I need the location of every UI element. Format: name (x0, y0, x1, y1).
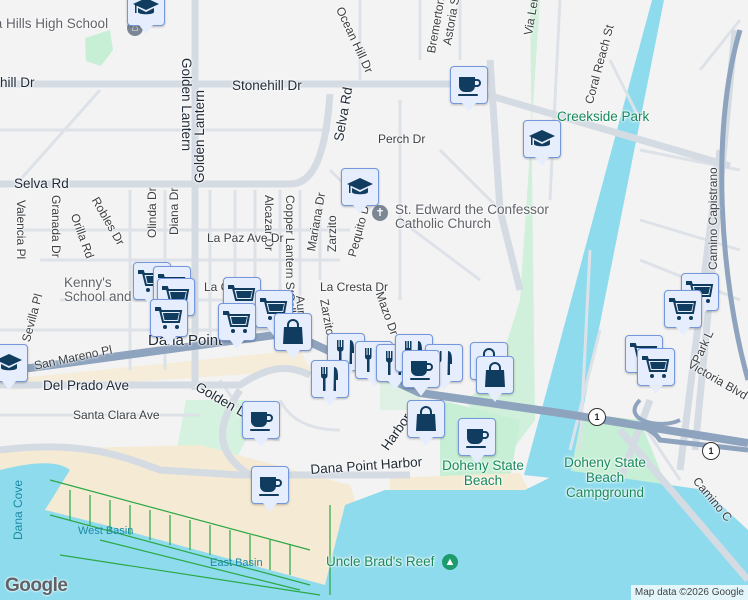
street-label: Golden Lantern (192, 89, 207, 183)
street-label: Perch Dr (378, 132, 426, 146)
shopping-cart-icon (669, 295, 697, 323)
street-label: hill Dr (0, 75, 35, 90)
street-label: Granada Dr (49, 195, 63, 258)
street-label: Selva Rd (14, 176, 69, 191)
place-label-creekside-park[interactable]: Creekside Park (557, 110, 649, 124)
shopping-cart-icon (155, 304, 183, 332)
graduation-cap-icon (346, 173, 374, 201)
street-label: Camino Capistrano (706, 167, 720, 270)
street-label: Del Prado Ave (43, 378, 130, 393)
school-marker[interactable] (127, 0, 165, 34)
church-icon[interactable]: ✝ (372, 205, 388, 221)
street-label: Copper Lantern St (283, 195, 297, 294)
school-marker[interactable] (523, 120, 561, 166)
cafe-marker[interactable] (450, 66, 488, 112)
coffee-cup-icon (256, 471, 284, 499)
street-label: La Cresta Dr (320, 280, 389, 294)
place-label-doheny-campground[interactable]: Doheny State Beach Campground (555, 455, 655, 500)
shopping-bag-icon (279, 318, 307, 346)
map-attribution[interactable]: Map data ©2026 Google (630, 585, 748, 600)
shopping-marker[interactable] (407, 400, 445, 446)
shopping-cart-icon (223, 308, 251, 336)
place-label-kennys[interactable]: Kenny's School and (64, 276, 144, 304)
shopping-marker[interactable] (476, 356, 514, 402)
street-label: Diana Dr (167, 187, 181, 235)
route-1-shield: 1 (588, 408, 606, 426)
cafe-marker[interactable] (402, 350, 440, 396)
graduation-cap-icon (528, 125, 556, 153)
graduation-cap-icon (132, 0, 160, 21)
place-label-church[interactable]: St. Edward the Confessor Catholic Church (395, 203, 565, 231)
shopping-marker[interactable] (274, 313, 312, 359)
grocery-marker[interactable] (637, 348, 675, 394)
shopping-cart-icon (642, 353, 670, 381)
street-label: Golden Lantern (179, 58, 194, 152)
place-label-high-school[interactable]: Dana Hills High School (0, 17, 108, 31)
grocery-marker[interactable] (150, 299, 188, 345)
tree-icon[interactable]: ▲ (442, 554, 458, 570)
cafe-marker[interactable] (242, 401, 280, 447)
grocery-marker[interactable] (218, 303, 256, 349)
coffee-cup-icon (455, 71, 483, 99)
shopping-bag-icon (481, 361, 509, 389)
school-marker[interactable] (0, 344, 28, 390)
street-label: Stonehill Dr (232, 78, 302, 93)
fork-knife-icon (316, 365, 344, 393)
shopping-bag-icon (412, 405, 440, 433)
street-label: Zarzito (325, 215, 339, 252)
coffee-cup-icon (247, 406, 275, 434)
restaurant-marker[interactable] (311, 360, 349, 406)
cafe-marker[interactable] (251, 466, 289, 512)
cafe-marker[interactable] (458, 418, 496, 464)
coffee-cup-icon (407, 355, 435, 383)
place-label-west-basin: West Basin (78, 525, 134, 537)
street-label: Santa Clara Ave (73, 408, 160, 422)
place-label-uncle-brads-reef[interactable]: Uncle Brad's Reef (326, 555, 434, 569)
school-marker[interactable] (341, 168, 379, 214)
route-1-shield: 1 (702, 442, 720, 460)
street-label: La Paz Ave Dr (207, 231, 284, 245)
place-label-dana-cove: Dana Cove (11, 479, 25, 540)
graduation-cap-icon (0, 349, 23, 377)
street-label: Valencia Pl (14, 200, 28, 260)
place-label-east-basin: East Basin (210, 557, 263, 569)
google-logo[interactable]: Google (5, 575, 68, 597)
coffee-cup-icon (463, 423, 491, 451)
grocery-marker[interactable] (664, 290, 702, 336)
street-label: Olinda Dr (145, 187, 159, 238)
